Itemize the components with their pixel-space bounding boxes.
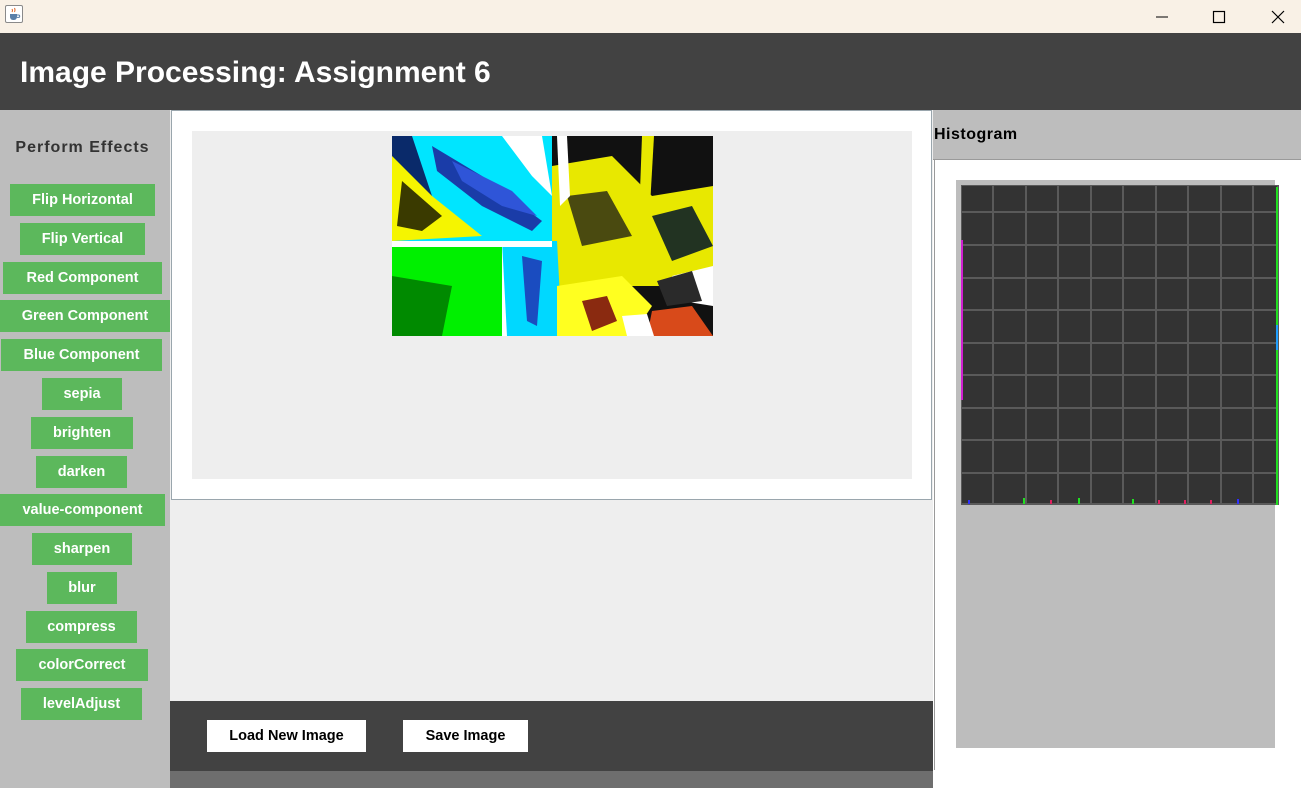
load-image-button[interactable]: Load New Image <box>207 720 366 752</box>
save-image-button[interactable]: Save Image <box>403 720 528 752</box>
effects-sidebar: Perform Effects Flip Horizontal Flip Ver… <box>0 110 170 788</box>
red-component-button[interactable]: Red Component <box>3 262 162 294</box>
histogram-canvas-wrap <box>956 180 1279 748</box>
histogram-panel: Histogram <box>933 110 1301 788</box>
app-header: Image Processing: Assignment 6 <box>0 33 1301 110</box>
sidebar-title: Perform Effects <box>15 139 150 156</box>
java-coffee-icon[interactable] <box>5 5 23 23</box>
blur-button[interactable]: blur <box>47 572 117 604</box>
histogram-title: Histogram <box>934 126 1018 143</box>
flip-vertical-button[interactable]: Flip Vertical <box>20 223 145 255</box>
image-panel <box>171 110 932 500</box>
page-title: Image Processing: Assignment 6 <box>20 56 491 89</box>
blue-component-button[interactable]: Blue Component <box>1 339 162 371</box>
maximize-button[interactable] <box>1190 0 1248 33</box>
maximize-icon <box>1212 10 1226 23</box>
close-button[interactable] <box>1249 0 1301 33</box>
histogram-container <box>934 160 1301 770</box>
brighten-button[interactable]: brighten <box>31 417 133 449</box>
level-adjust-button[interactable]: levelAdjust <box>21 688 142 720</box>
minimize-button[interactable] <box>1133 0 1191 33</box>
histogram-header: Histogram <box>933 110 1301 160</box>
sepia-button[interactable]: sepia <box>42 378 122 410</box>
minimize-icon <box>1156 16 1168 17</box>
image-display-area[interactable] <box>192 131 912 479</box>
green-component-button[interactable]: Green Component <box>0 300 170 332</box>
status-strip <box>170 771 933 788</box>
close-icon <box>1271 10 1285 23</box>
value-component-button[interactable]: value-component <box>0 494 165 526</box>
main-panel <box>170 110 933 701</box>
processed-image <box>392 136 713 336</box>
flip-horizontal-button[interactable]: Flip Horizontal <box>10 184 155 216</box>
color-correct-button[interactable]: colorCorrect <box>16 649 148 681</box>
compress-button[interactable]: compress <box>26 611 137 643</box>
histogram-chart <box>961 185 1279 505</box>
window-titlebar <box>0 0 1301 33</box>
darken-button[interactable]: darken <box>36 456 127 488</box>
sharpen-button[interactable]: sharpen <box>32 533 132 565</box>
bottom-toolbar: Load New Image Save Image <box>170 701 933 771</box>
